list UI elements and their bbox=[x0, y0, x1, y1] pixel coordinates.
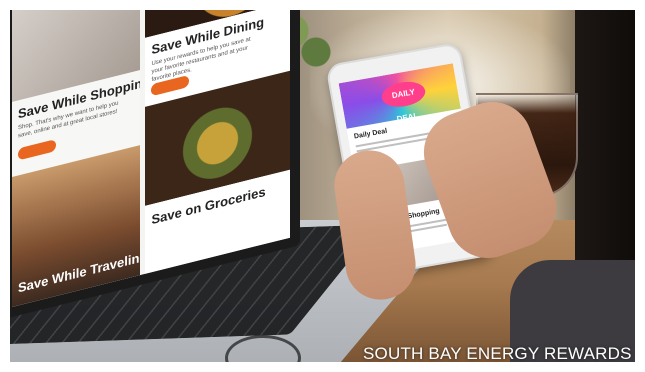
photo-frame: Save While Shopping Shop. That's why we … bbox=[0, 0, 645, 372]
daily-deal-badge: DAILY DEAL bbox=[379, 78, 428, 124]
phone-deal-title: Daily Deal bbox=[353, 127, 388, 141]
watermark-text: SOUTH BAY ENERGY REWARDS bbox=[363, 344, 632, 363]
traveling-title: Save While Traveling bbox=[18, 248, 140, 296]
shopping-cta-button bbox=[18, 139, 56, 161]
photograph: Save While Shopping Shop. That's why we … bbox=[10, 10, 635, 362]
